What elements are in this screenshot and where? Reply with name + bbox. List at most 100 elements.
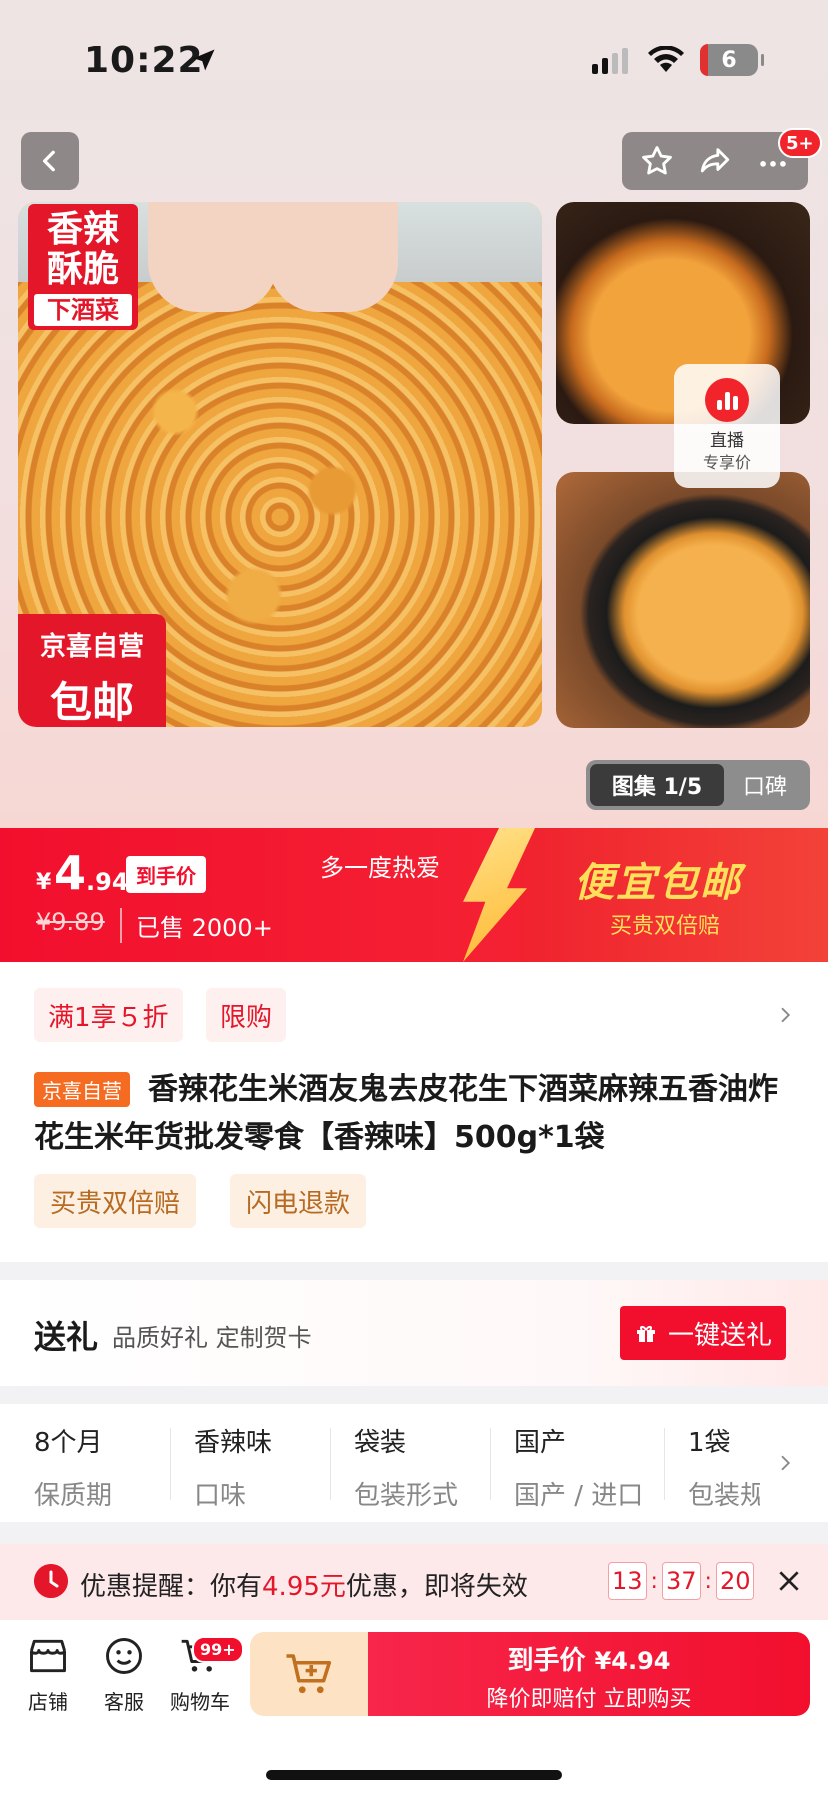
spec-flavor: 香辣味 口味 bbox=[194, 1422, 344, 1512]
send-gift-label: 一键送礼 bbox=[667, 1320, 772, 1351]
status-time: 10:22 bbox=[84, 40, 204, 81]
price-integer: 4 bbox=[54, 846, 87, 900]
spec-value: 8个月 bbox=[34, 1428, 103, 1458]
add-to-cart-button[interactable] bbox=[250, 1632, 368, 1716]
shop-button[interactable]: 店铺 bbox=[8, 1634, 88, 1715]
home-indicator bbox=[266, 1770, 562, 1780]
price-decimal: .94 bbox=[86, 868, 129, 896]
wifi-icon bbox=[648, 46, 684, 72]
bottom-action-bar: 店铺 客服 购物车 99+ 到手价 ¥4.94 降价即赔付 立即购买 bbox=[0, 1620, 828, 1796]
status-bar: 10:22 6 bbox=[0, 0, 828, 120]
send-gift-button[interactable]: 一键送礼 bbox=[620, 1306, 786, 1360]
flavor-tag-line1: 香辣 bbox=[46, 209, 119, 250]
countdown-minutes: 37 bbox=[661, 1562, 701, 1600]
service-label: 客服 bbox=[104, 1690, 144, 1714]
promo-title: 便宜包邮 bbox=[574, 860, 742, 906]
thumbnail-image-2[interactable] bbox=[556, 472, 810, 728]
countdown-separator: : bbox=[650, 1568, 658, 1594]
spec-value: 香辣味 bbox=[194, 1428, 273, 1458]
spec-value: 国产 bbox=[514, 1428, 567, 1458]
cellular-signal-icon bbox=[592, 48, 628, 74]
spec-key: 包装形式 bbox=[354, 1481, 459, 1511]
reminder-suffix: 优惠，即将失效 bbox=[345, 1572, 528, 1602]
buy-subtext: 降价即赔付 立即购买 bbox=[486, 1687, 692, 1712]
chevron-left-icon bbox=[42, 150, 55, 172]
spec-key: 口味 bbox=[194, 1481, 247, 1511]
close-icon[interactable] bbox=[776, 1568, 802, 1594]
final-price-tag: 到手价 bbox=[126, 856, 206, 893]
divider bbox=[490, 1428, 491, 1500]
main-product-image[interactable]: 香辣 酥脆 下酒菜 京喜自营 包邮 bbox=[18, 202, 542, 727]
buy-price-label: 到手价 bbox=[507, 1646, 586, 1676]
spec-origin: 国产 国产 / 进口 bbox=[514, 1422, 664, 1512]
clock-icon bbox=[34, 1564, 68, 1598]
gift-description: 品质好礼 定制贺卡 bbox=[112, 1324, 312, 1352]
promo-subtitle: 买贵双倍赔 bbox=[610, 914, 721, 939]
spec-key: 包装规 bbox=[688, 1481, 760, 1511]
live-label: 直播 bbox=[710, 431, 744, 451]
live-sub-label: 专享价 bbox=[702, 453, 751, 472]
product-info: 满1享５折 限购 香辣花生米酒友鬼去皮花生下酒菜麻辣五香油炸花生米年货批发零食【… bbox=[0, 962, 828, 1262]
store-icon bbox=[30, 1639, 66, 1673]
hand-left bbox=[148, 202, 278, 312]
gift-icon bbox=[636, 1326, 655, 1342]
product-gallery: 5+ 香辣 酥脆 下酒菜 京喜自营 包邮 直播 专享价 图集 1/5 口碑 bbox=[0, 120, 828, 828]
coupon-limit[interactable]: 限购 bbox=[206, 988, 287, 1042]
buy-price-value: ¥4.94 bbox=[594, 1647, 671, 1675]
sold-count: 已售 2000+ bbox=[120, 908, 273, 943]
customer-service-button[interactable]: 客服 bbox=[84, 1634, 164, 1715]
gift-section: 送礼 品质好礼 定制贺卡 一键送礼 bbox=[0, 1280, 828, 1386]
chat-face-icon bbox=[106, 1638, 142, 1674]
divider bbox=[330, 1428, 331, 1500]
flavor-tag-line3: 下酒菜 bbox=[34, 294, 132, 326]
countdown-seconds: 20 bbox=[715, 1562, 755, 1600]
reminder-text: 优惠提醒：你有4.95元优惠，即将失效 bbox=[80, 1566, 528, 1603]
hand-right bbox=[268, 202, 398, 312]
jd-free-shipping-tag: 京喜自营 包邮 bbox=[18, 614, 166, 727]
buy-price-line: 到手价 ¥4.94 bbox=[368, 1640, 810, 1677]
jd-tag-line1: 京喜自营 bbox=[39, 632, 144, 662]
chevron-right-icon[interactable] bbox=[776, 1454, 794, 1472]
tab-reviews[interactable]: 口碑 bbox=[724, 764, 806, 806]
cart-count-badge: 99+ bbox=[192, 1636, 244, 1663]
jd-tag-line2: 包邮 bbox=[49, 678, 134, 727]
battery-indicator: 6 bbox=[700, 44, 764, 76]
gift-title: 送礼 bbox=[34, 1318, 99, 1356]
coupon-discount[interactable]: 满1享５折 bbox=[34, 988, 183, 1042]
countdown-separator: : bbox=[704, 1568, 712, 1594]
service-fast-refund[interactable]: 闪电退款 bbox=[230, 1174, 367, 1228]
tab-gallery[interactable]: 图集 1/5 bbox=[590, 764, 724, 806]
price-currency: ¥ bbox=[36, 870, 52, 895]
flavor-tag-line2: 酥脆 bbox=[46, 249, 119, 290]
spec-key: 国产 / 进口 bbox=[514, 1481, 644, 1511]
live-price-button[interactable]: 直播 专享价 bbox=[674, 364, 780, 488]
service-price-guarantee[interactable]: 买贵双倍赔 bbox=[34, 1174, 197, 1228]
add-cart-icon bbox=[286, 1654, 332, 1694]
live-bars-icon bbox=[705, 378, 749, 422]
back-button[interactable] bbox=[21, 132, 79, 190]
spec-package-size: 1袋 包装规 bbox=[688, 1422, 760, 1512]
location-arrow-icon bbox=[193, 49, 215, 71]
buy-now-button[interactable]: 到手价 ¥4.94 降价即赔付 立即购买 bbox=[368, 1632, 810, 1716]
share-icon[interactable] bbox=[697, 144, 733, 178]
countdown-timer: 13 : 37 : 20 bbox=[608, 1562, 755, 1600]
flavor-tag: 香辣 酥脆 下酒菜 bbox=[28, 204, 138, 330]
product-title: 香辣花生米酒友鬼去皮花生下酒菜麻辣五香油炸花生米年货批发零食【香辣味】500g*… bbox=[34, 1072, 778, 1155]
spec-shelf-life: 8个月 保质期 bbox=[34, 1422, 184, 1512]
divider bbox=[664, 1428, 665, 1500]
battery-low-fill bbox=[700, 44, 708, 76]
cart-label: 购物车 bbox=[170, 1690, 230, 1714]
specs-row[interactable]: 8个月 保质期 香辣味 口味 袋装 包装形式 国产 国产 / 进口 1袋 包装规 bbox=[0, 1404, 828, 1522]
reminder-prefix: 优惠提醒：你有 bbox=[80, 1572, 263, 1602]
battery-level: 6 bbox=[721, 47, 737, 73]
countdown-hours: 13 bbox=[608, 1562, 647, 1600]
favorite-star-icon[interactable] bbox=[640, 144, 674, 178]
reminder-amount: 4.95元 bbox=[262, 1572, 346, 1602]
gallery-switch: 图集 1/5 口碑 bbox=[586, 760, 810, 810]
discount-reminder: 优惠提醒：你有4.95元优惠，即将失效 13 : 37 : 20 bbox=[0, 1544, 828, 1620]
message-count-badge: 5+ bbox=[778, 128, 822, 158]
divider bbox=[170, 1428, 171, 1500]
spec-key: 保质期 bbox=[34, 1481, 113, 1511]
shop-label: 店铺 bbox=[28, 1690, 68, 1714]
chevron-right-icon[interactable] bbox=[776, 1006, 794, 1024]
